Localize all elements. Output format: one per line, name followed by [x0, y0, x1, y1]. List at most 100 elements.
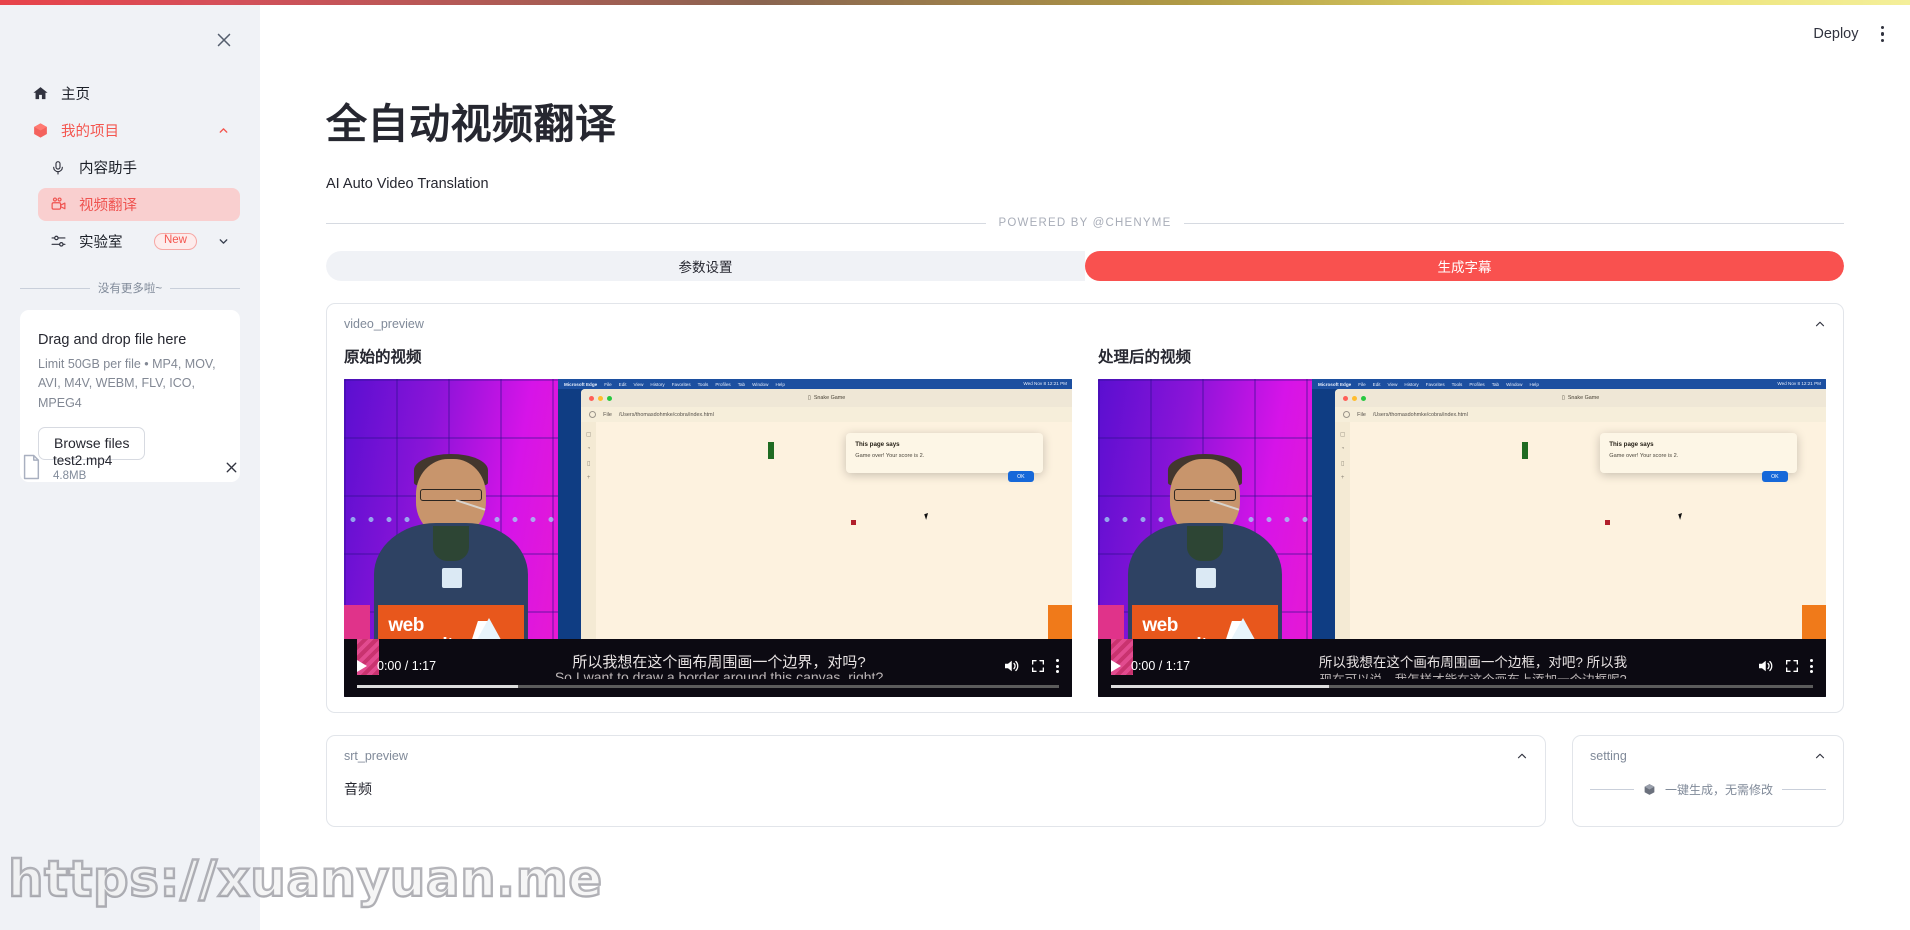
tab-parameter-settings[interactable]: 参数设置	[326, 251, 1085, 281]
right-orange-marker	[1048, 605, 1072, 639]
no-more-divider: 没有更多啦~	[20, 280, 240, 296]
mac-menubar: Microsoft Edge File Edit View History Fa…	[558, 379, 1072, 389]
mac-menubar-app: Microsoft Edge	[564, 382, 597, 387]
sidebar-item-label: 我的项目	[61, 120, 119, 141]
sidebar-item-home[interactable]: 主页	[20, 77, 240, 110]
original-video-player[interactable]: websummit Microsoft Edge File	[344, 379, 1072, 697]
video-grid: 原始的视频	[344, 345, 1826, 697]
dialog-ok-button[interactable]: OK	[1762, 471, 1788, 482]
video-preview-panel: video_preview 原始的视频	[326, 303, 1844, 713]
deploy-button[interactable]: Deploy	[1813, 26, 1858, 42]
processed-video-heading: 处理后的视频	[1098, 345, 1826, 367]
fullscreen-icon[interactable]	[1030, 658, 1046, 674]
video-progress-bar[interactable]	[357, 685, 1059, 689]
page-content: 全自动视频翻译 AI Auto Video Translation POWERE…	[260, 63, 1910, 827]
volume-icon[interactable]	[1756, 657, 1774, 675]
speaker-inner-shirt	[433, 526, 470, 561]
mac-menubar-item: Profiles	[1469, 382, 1484, 387]
video-more-options-icon[interactable]	[1056, 659, 1059, 673]
remove-file-button[interactable]	[223, 459, 240, 476]
address-path: /Users/thomasdohmke/cobra/index.html	[1373, 412, 1468, 418]
snake-body	[768, 442, 774, 459]
browser-titlebar: ▯ Snake Game	[1335, 389, 1826, 407]
sidebar-item-label: 内容助手	[79, 157, 137, 178]
copy-icon: ▢	[586, 431, 592, 438]
sidebar-item-content-assistant[interactable]: 内容助手	[38, 151, 240, 184]
mac-menubar-item: Tab	[738, 382, 745, 387]
processed-video-player[interactable]: websummit Microsoft Edge File	[1098, 379, 1826, 697]
bottom-panels-row: srt_preview 音频 setting	[326, 735, 1844, 827]
fullscreen-icon[interactable]	[1784, 658, 1800, 674]
mac-menubar: Microsoft Edge File Edit View History Fa…	[1312, 379, 1826, 389]
speaker-inner-shirt	[1187, 526, 1224, 561]
powered-by-label: POWERED BY @CHENYME	[999, 217, 1172, 229]
page-title: 全自动视频翻译	[326, 90, 1910, 150]
history-icon: ◔	[1341, 446, 1345, 452]
close-icon	[213, 29, 235, 51]
play-icon[interactable]	[1111, 660, 1121, 672]
address-path: /Users/thomasdohmke/cobra/index.html	[619, 412, 714, 418]
video-preview-collapse-button[interactable]	[1813, 317, 1827, 331]
chevron-down-icon[interactable]	[217, 235, 230, 248]
mac-menubar-item: History	[650, 382, 664, 387]
sidebar-close-button[interactable]	[213, 29, 235, 51]
snake-body	[1522, 442, 1528, 459]
box-icon	[1643, 783, 1656, 796]
page-subtitle: AI Auto Video Translation	[326, 176, 1910, 192]
divider-line-left	[20, 288, 90, 289]
volume-icon[interactable]	[1002, 657, 1020, 675]
srt-preview-collapse-button[interactable]	[1515, 749, 1529, 763]
top-gradient-strip	[0, 0, 1910, 5]
sidebar-item-label: 主页	[61, 83, 90, 104]
browser-tab-title: Snake Game	[814, 395, 845, 401]
chevron-up-icon	[1813, 749, 1827, 763]
mac-menubar-item: Edit	[619, 382, 627, 387]
dialog-title: This page says	[855, 441, 1033, 448]
mac-menubar-item: Window	[1506, 382, 1522, 387]
divider-line-left	[1590, 789, 1634, 790]
dialog-message: Game over! Your score is 2.	[855, 453, 1033, 459]
document-icon	[20, 454, 42, 480]
mac-menubar-item: Help	[775, 382, 784, 387]
tab-bar: 参数设置 生成字幕	[326, 251, 1844, 281]
dialog-title: This page says	[1609, 441, 1787, 448]
original-video-heading: 原始的视频	[344, 345, 1072, 367]
browser-window: ▯ Snake Game File /Users/thomasdohmke/co…	[581, 389, 1072, 649]
video-progress-bar[interactable]	[1111, 685, 1813, 689]
sidebar-item-my-projects[interactable]: 我的项目	[20, 114, 240, 147]
kebab-menu-icon[interactable]	[1877, 22, 1889, 47]
video-more-options-icon[interactable]	[1810, 659, 1813, 673]
browser-sidebar-rail: ▢ ◔ ▯ +	[1335, 422, 1350, 649]
browser-alert-dialog: This page says Game over! Your score is …	[1600, 433, 1796, 473]
copy-icon: ▢	[1340, 431, 1346, 438]
reload-icon	[1343, 411, 1350, 418]
setting-collapse-button[interactable]	[1813, 749, 1827, 763]
tab-generate-subtitles[interactable]: 生成字幕	[1085, 251, 1844, 281]
dialog-ok-button[interactable]: OK	[1008, 471, 1034, 482]
uploaded-file-row: test2.mp4 4.8MB	[20, 445, 240, 489]
mac-menubar-item: Favorites	[1426, 382, 1445, 387]
add-icon: +	[1341, 475, 1345, 481]
play-icon[interactable]	[357, 660, 367, 672]
sidebar-item-lab[interactable]: 实验室 New	[38, 225, 240, 258]
mac-menubar-item: Favorites	[672, 382, 691, 387]
sidebar-item-label: 实验室	[79, 231, 123, 252]
browser-alert-dialog: This page says Game over! Your score is …	[846, 433, 1042, 473]
mac-menubar-item: Help	[1529, 382, 1538, 387]
snake-food	[851, 520, 856, 525]
dialog-message: Game over! Your score is 2.	[1609, 453, 1787, 459]
page-icon: ▯	[1341, 460, 1344, 467]
browser-titlebar: ▯ Snake Game	[581, 389, 1072, 407]
home-icon	[30, 84, 50, 104]
topbar: Deploy	[260, 5, 1910, 63]
mac-menubar-item: Tools	[698, 382, 709, 387]
chevron-up-icon[interactable]	[217, 124, 230, 137]
subtitle-english: 现在可以说，我怎样才能在这个画布上添加一个边框呢?	[1200, 669, 1746, 679]
add-icon: +	[587, 475, 591, 481]
sidebar-item-video-translation[interactable]: 视频翻译	[38, 188, 240, 221]
mac-menubar-item: File	[1358, 382, 1365, 387]
mac-menubar-item: View	[634, 382, 644, 387]
microphone-icon	[48, 158, 68, 178]
video-camera-icon	[48, 195, 68, 215]
processed-video-column: 处理后的视频	[1098, 345, 1826, 697]
